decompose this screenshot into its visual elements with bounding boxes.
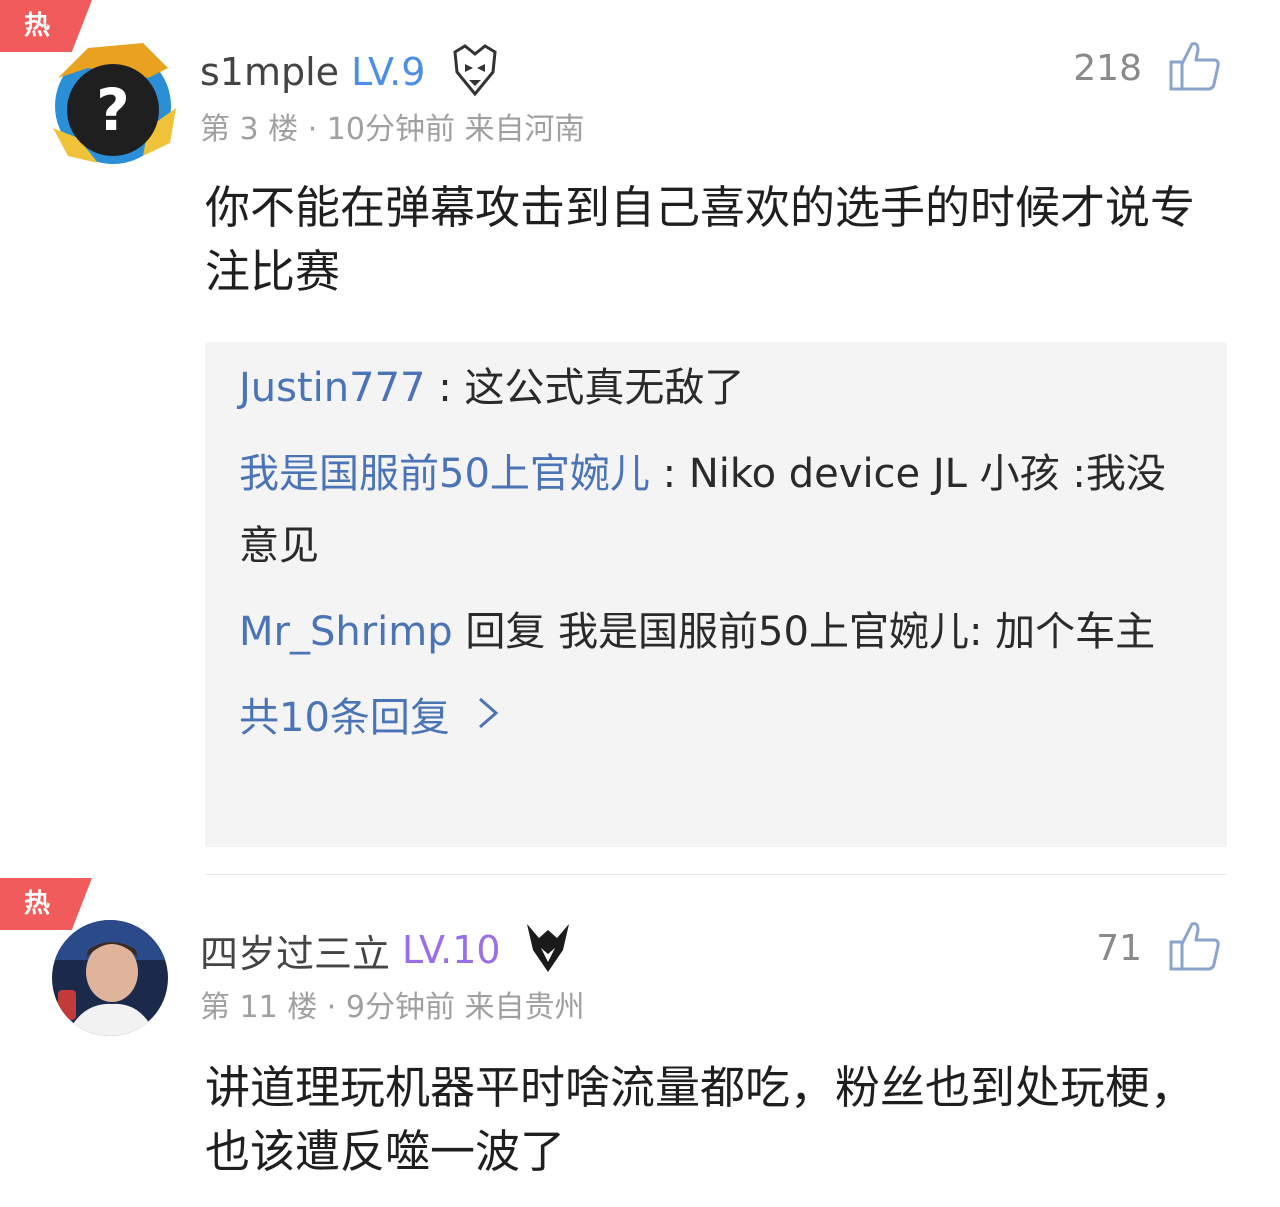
reply-box[interactable]: Justin777 : 这公式真无敌了 我是国服前50上官婉儿 : Niko d… (205, 342, 1227, 847)
reply-target[interactable]: 我是国服前50上官婉儿 (558, 609, 969, 655)
thumbs-up-icon (1168, 920, 1222, 976)
reply-separator: : (649, 451, 689, 497)
reply-text: 这公式真无敌了 (464, 365, 745, 411)
username-row: 四岁过三立 LV.10 (200, 920, 573, 980)
comment-divider (205, 874, 1227, 875)
team-vitality-icon (523, 920, 573, 980)
comment-card: 热 四岁过三立 LV.10 第 11 楼 · 9分钟前 来自贵州 71 讲道理玩… (0, 878, 1280, 1207)
like-button[interactable]: 218 (1073, 40, 1222, 96)
reply-separator: : (425, 365, 465, 411)
reply-author[interactable]: Mr_Shrimp (239, 609, 453, 655)
csgo-badge-avatar-icon: ? (53, 43, 176, 164)
reply-separator: : (968, 609, 996, 655)
comment-body: 讲道理玩机器平时啥流量都吃，粉丝也到处玩梗，也该遭反噬一波了 (205, 1061, 1196, 1178)
reply-item[interactable]: 我是国服前50上官婉儿 : Niko device JL 小孩 :我没意见 (239, 438, 1193, 582)
comment-meta: 第 3 楼 · 10分钟前 来自河南 (200, 112, 585, 147)
like-button[interactable]: 71 (1096, 920, 1222, 976)
reply-word: 回复 (452, 609, 559, 655)
chevron-right-icon (476, 682, 500, 754)
level-badge: LV.10 (402, 928, 501, 972)
reply-text: 加个车主 (995, 609, 1156, 655)
more-replies-link[interactable]: 共10条回复 (239, 682, 1193, 754)
reply-author[interactable]: 我是国服前50上官婉儿 (239, 451, 650, 497)
more-replies-label: 共10条回复 (239, 695, 450, 741)
user-photo-avatar-icon (52, 920, 168, 1036)
avatar[interactable] (52, 920, 168, 1036)
like-count: 218 (1073, 47, 1142, 89)
reply-item[interactable]: Mr_Shrimp 回复 我是国服前50上官婉儿: 加个车主 (239, 596, 1193, 668)
g2-esports-icon (447, 42, 503, 102)
username[interactable]: s1mple (200, 50, 339, 94)
comment-body: 你不能在弹幕攻击到自己喜欢的选手的时候才说专注比赛 (205, 181, 1196, 298)
level-badge: LV.9 (351, 50, 426, 94)
comment-meta: 第 11 楼 · 9分钟前 来自贵州 (200, 990, 585, 1025)
hot-badge: 热 (0, 878, 92, 930)
like-count: 71 (1096, 927, 1142, 969)
reply-author[interactable]: Justin777 (239, 365, 425, 411)
svg-text:?: ? (96, 76, 130, 144)
avatar[interactable]: ? (48, 38, 178, 168)
comment-card: 热 ? s1mple LV.9 第 3 楼 · 10分钟前 来自河南 218 你… (0, 0, 1280, 870)
username-row: s1mple LV.9 (200, 42, 503, 102)
reply-item[interactable]: Justin777 : 这公式真无敌了 (239, 352, 1193, 424)
username[interactable]: 四岁过三立 (200, 923, 390, 978)
thumbs-up-icon (1168, 40, 1222, 96)
